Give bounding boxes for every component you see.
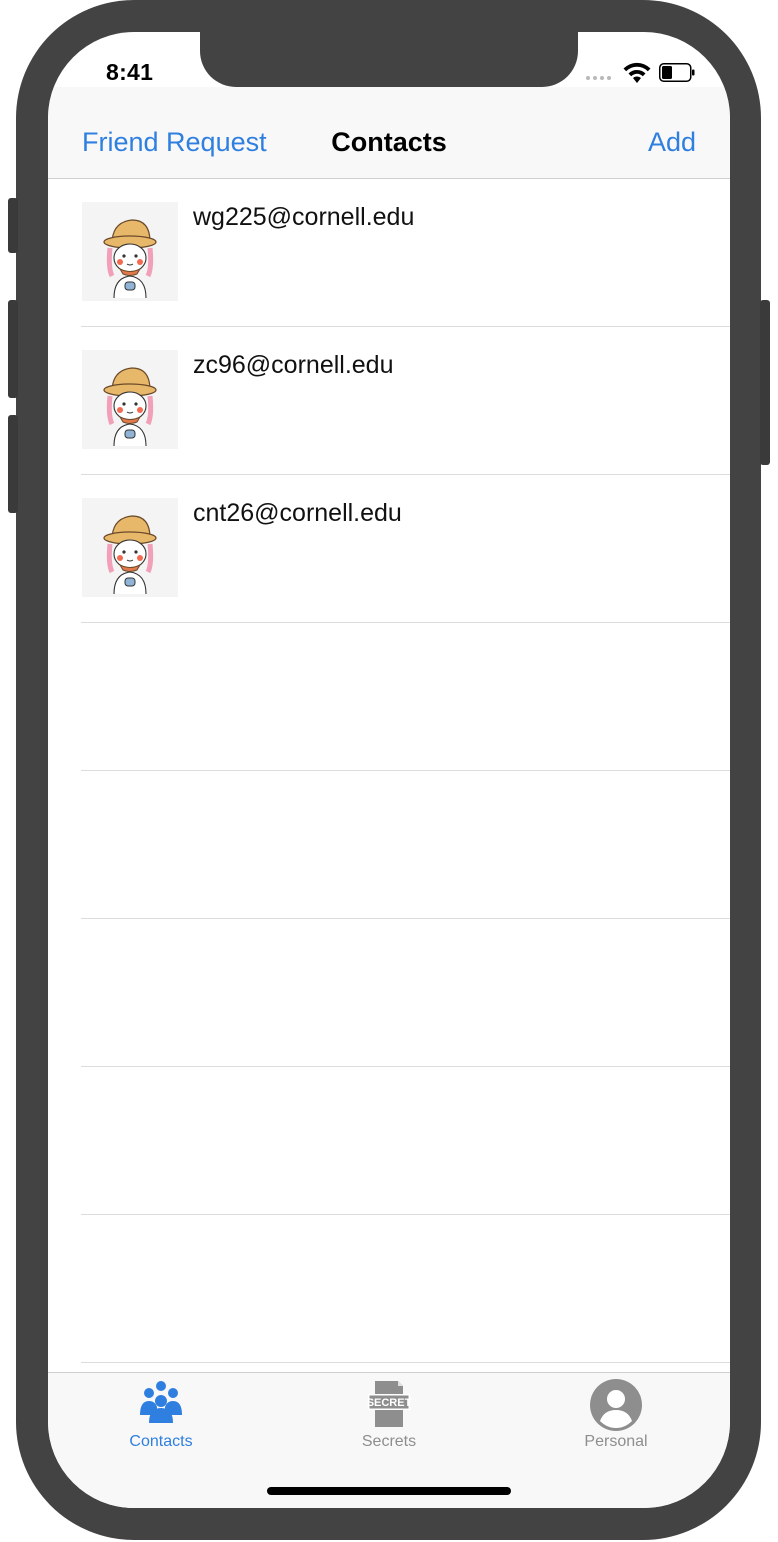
empty-row: [48, 771, 730, 919]
navigation-bar: Friend Request Contacts Add: [48, 87, 730, 179]
secret-stamp-text: SECRET: [367, 1397, 412, 1409]
tab-secrets[interactable]: SECRET Secrets: [309, 1373, 469, 1453]
contact-email: cnt26@cornell.edu: [193, 499, 402, 527]
person-circle-icon: [590, 1379, 642, 1431]
status-time: 8:41: [106, 59, 154, 85]
signal-icon: [586, 76, 611, 80]
row-divider: [81, 1362, 730, 1363]
secret-document-icon: SECRET: [367, 1381, 412, 1427]
notch: [200, 32, 578, 87]
contact-row[interactable]: cnt26@cornell.edu: [48, 475, 730, 623]
empty-row: [48, 623, 730, 771]
contact-email: wg225@cornell.edu: [193, 203, 415, 231]
girl-with-hat-avatar: [82, 498, 178, 597]
contacts-list[interactable]: wg225@cornell.edu zc96@cornell.edu cnt26…: [48, 179, 730, 1367]
mute-switch: [8, 198, 18, 253]
wifi-icon: [623, 62, 651, 83]
tab-label: Secrets: [361, 1433, 417, 1450]
page-title: Contacts: [331, 127, 447, 157]
battery-icon: [659, 63, 695, 82]
volume-up-button: [8, 300, 18, 398]
people-group-icon: [140, 1381, 182, 1423]
add-button[interactable]: Add: [648, 127, 696, 158]
contact-row[interactable]: zc96@cornell.edu: [48, 327, 730, 475]
contact-row[interactable]: wg225@cornell.edu: [48, 179, 730, 327]
power-button: [760, 300, 770, 465]
empty-row: [48, 1215, 730, 1363]
empty-row: [48, 1067, 730, 1215]
tab-label: Contacts: [129, 1433, 193, 1450]
volume-down-button: [8, 415, 18, 513]
tab-personal[interactable]: Personal: [536, 1373, 696, 1453]
empty-row: [48, 919, 730, 1067]
phone-screen: 8:41 Friend Request Contacts Add wg225@c…: [48, 32, 730, 1508]
contact-email: zc96@cornell.edu: [193, 351, 394, 379]
tab-contacts[interactable]: Contacts: [81, 1373, 241, 1453]
girl-with-hat-avatar: [82, 202, 178, 301]
tab-label: Personal: [584, 1433, 648, 1450]
girl-with-hat-avatar: [82, 350, 178, 449]
home-indicator[interactable]: [267, 1487, 511, 1495]
